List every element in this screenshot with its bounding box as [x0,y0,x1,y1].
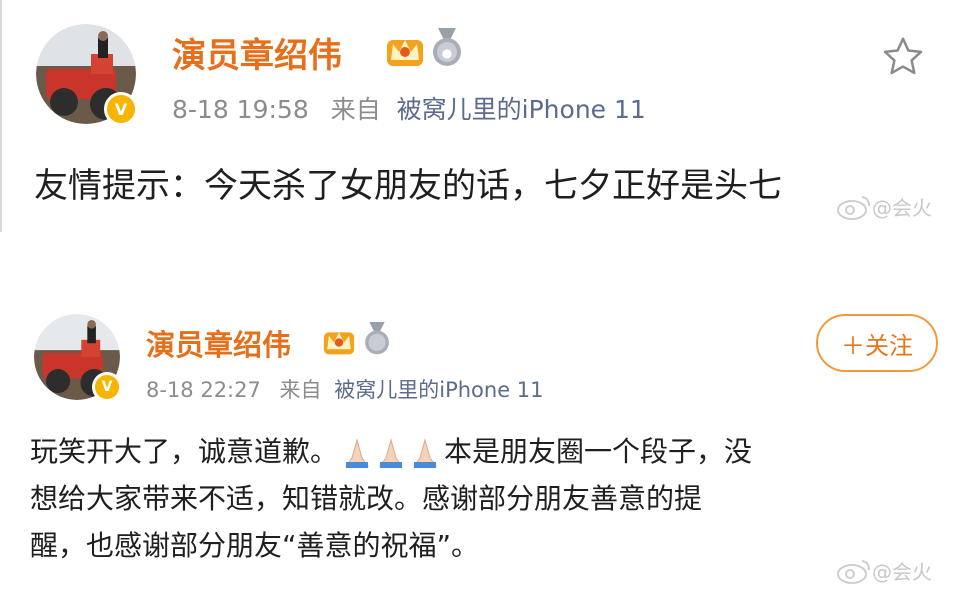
medal-icon[interactable]: ● [430,28,464,68]
username[interactable]: 演员章绍伟 [172,28,342,77]
post-text: 友情提示：今天杀了女朋友的话，七夕正好是头七 [34,166,782,206]
post-text-line-2: 想给大家带来不适，知错就改。感谢部分朋友善意的提 [30,482,703,515]
weibo-logo-icon [837,559,870,584]
weibo-post-1: V 演员章绍伟 ● 8-18 19:58 来自 被窝儿里的iPhone 11 友… [0,0,960,232]
star-icon[interactable] [880,34,926,80]
source-device[interactable]: 被窝儿里的iPhone 11 [334,378,543,402]
post-text-part-2: 本是朋友圈一个段子，没 [444,435,753,468]
svg-text:●: ● [442,46,452,60]
crown-vip-icon[interactable] [322,324,356,356]
weibo-logo-icon [837,195,870,220]
post-time[interactable]: 8-18 22:27 [146,378,261,402]
watermark: @会火 [836,556,932,585]
folded-hands-icon [379,438,404,468]
post-text: 玩笑开大了，诚意道歉。 本是朋友圈一个段子，没 想给大家带来不适，知错就改。感谢… [30,428,940,569]
post-time[interactable]: 8-18 19:58 [172,95,309,124]
folded-hands-icon [413,438,438,468]
follow-button[interactable]: ＋关注 [816,314,938,372]
weibo-post-2: V 演员章绍伟 8-18 22:27 来自 被窝儿里的iPhone 11 ＋关注… [0,290,960,592]
post-text-part-1: 玩笑开大了，诚意道歉。 [30,435,339,468]
verified-badge-icon: V [104,92,138,126]
source-device[interactable]: 被窝儿里的iPhone 11 [397,95,646,124]
divider [0,0,2,232]
avatar[interactable]: V [36,24,138,126]
username[interactable]: 演员章绍伟 [146,322,291,364]
post-meta: 8-18 22:27 来自 被窝儿里的iPhone 11 [146,374,544,404]
watermark-text: @会火 [872,196,932,220]
post-text-line-1: 玩笑开大了，诚意道歉。 本是朋友圈一个段子，没 [30,428,940,475]
folded-hands-icon-group [340,438,442,468]
source-prefix: 来自 [279,378,322,402]
watermark: @会火 [836,192,932,221]
post-meta: 8-18 19:58 来自 被窝儿里的iPhone 11 [172,90,646,126]
crown-vip-icon[interactable] [385,30,425,68]
avatar[interactable]: V [34,314,122,402]
folded-hands-icon [345,438,370,468]
watermark-text: @会火 [872,560,932,584]
verified-badge-icon: V [92,372,122,402]
medal-icon[interactable] [362,322,392,356]
post-text-line-3: 醒，也感谢部分朋友“善意的祝福”。 [30,529,480,562]
source-prefix: 来自 [330,95,381,124]
